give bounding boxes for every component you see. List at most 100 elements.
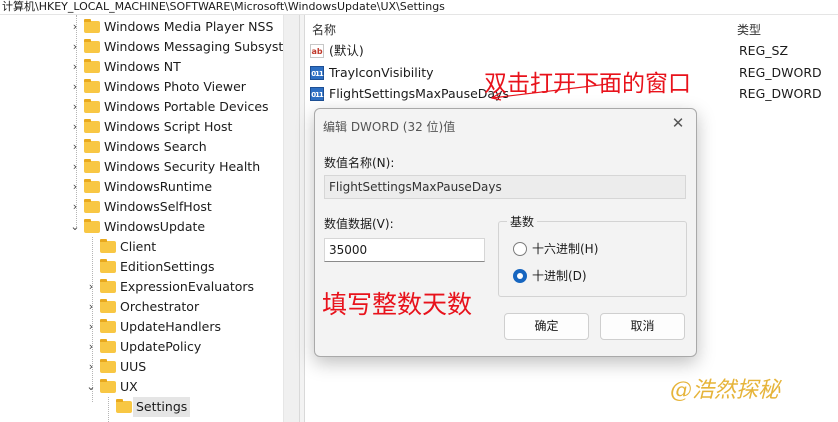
- tree-item-windows-script-host[interactable]: › Windows Script Host: [0, 117, 283, 137]
- value-name: TrayIconVisibility: [329, 65, 434, 80]
- tree-item-label: ExpressionEvaluators: [120, 279, 255, 294]
- folder-icon: [84, 219, 100, 233]
- value-type: REG_DWORD: [739, 86, 822, 101]
- folder-icon: [116, 399, 132, 413]
- value-row[interactable]: ab (默认) REG_SZ: [309, 41, 834, 61]
- folder-icon: [84, 199, 100, 213]
- tree-item-label: WindowsRuntime: [104, 179, 213, 194]
- tree-item-label: Windows NT: [104, 59, 181, 74]
- tree-item-windows-portable-devices[interactable]: › Windows Portable Devices: [0, 97, 283, 117]
- binary-value-icon: 011: [310, 66, 324, 80]
- chevron-right-icon[interactable]: ›: [86, 337, 96, 357]
- chevron-right-icon[interactable]: ›: [70, 57, 80, 77]
- chevron-right-icon[interactable]: ›: [86, 277, 96, 297]
- tree-item-windowsupdate[interactable]: ⌄ WindowsUpdate: [0, 217, 283, 237]
- chevron-right-icon[interactable]: ›: [70, 97, 80, 117]
- folder-icon: [100, 339, 116, 353]
- folder-icon: [84, 99, 100, 113]
- chevron-right-icon[interactable]: ›: [70, 77, 80, 97]
- value-data-label: 数值数据(V):: [324, 217, 394, 231]
- folder-icon: [100, 239, 116, 253]
- watermark: @浩然探秘: [670, 378, 781, 403]
- tree-item-windows-security-health[interactable]: › Windows Security Health: [0, 157, 283, 177]
- string-value-icon: ab: [310, 44, 324, 58]
- annotation-double-click: 双击打开下面的窗口: [484, 71, 691, 97]
- folder-icon: [84, 79, 100, 93]
- annotation-fill-days: 填写整数天数: [322, 290, 473, 319]
- tree-item-windows-search[interactable]: › Windows Search: [0, 137, 283, 157]
- chevron-right-icon[interactable]: ›: [70, 17, 80, 37]
- tree-item-orchestrator[interactable]: › Orchestrator: [0, 297, 283, 317]
- folder-icon: [84, 39, 100, 53]
- tree-item-expressionevaluators[interactable]: › ExpressionEvaluators: [0, 277, 283, 297]
- tree-item-label: EditionSettings: [120, 259, 215, 274]
- chevron-right-icon[interactable]: ›: [70, 137, 80, 157]
- tree-item-settings[interactable]: Settings: [0, 397, 283, 417]
- folder-icon: [84, 19, 100, 33]
- chevron-right-icon[interactable]: ›: [70, 197, 80, 217]
- tree-item-windows-messaging-subsystem[interactable]: › Windows Messaging Subsyste: [0, 37, 291, 57]
- tree-item-label: Settings: [133, 397, 191, 417]
- tree-item-label: Windows Media Player NSS: [104, 19, 274, 34]
- tree-item-uus[interactable]: › UUS: [0, 357, 283, 377]
- tree-item-label: UpdateHandlers: [120, 319, 222, 334]
- tree-item-windowsselfhost[interactable]: › WindowsSelfHost: [0, 197, 283, 217]
- chevron-down-icon[interactable]: ⌄: [86, 377, 96, 397]
- folder-icon: [100, 259, 116, 273]
- tree-item-label: UpdatePolicy: [120, 339, 202, 354]
- folder-icon: [84, 139, 100, 153]
- chevron-right-icon[interactable]: ›: [86, 297, 96, 317]
- cancel-button[interactable]: 取消: [600, 313, 685, 340]
- folder-icon: [84, 59, 100, 73]
- folder-icon: [100, 279, 116, 293]
- tree-item-windowsruntime[interactable]: › WindowsRuntime: [0, 177, 283, 197]
- tree-item-ux[interactable]: ⌄ UX: [0, 377, 283, 397]
- radio-button[interactable]: [513, 242, 527, 256]
- tree-item-label: Windows Photo Viewer: [104, 79, 246, 94]
- radio-label: 十进制(D): [532, 269, 587, 283]
- tree-item-label: Windows Script Host: [104, 119, 233, 134]
- chevron-down-icon[interactable]: ⌄: [70, 217, 80, 237]
- folder-icon: [100, 379, 116, 393]
- value-name-label: 数值名称(N):: [324, 156, 395, 170]
- chevron-right-icon[interactable]: ›: [70, 117, 80, 137]
- tree-item-updatepolicy[interactable]: › UpdatePolicy: [0, 337, 283, 357]
- tree-item-label: Client: [120, 239, 157, 254]
- tree-item-windows-photo-viewer[interactable]: › Windows Photo Viewer: [0, 77, 283, 97]
- base-legend: 基数: [507, 213, 538, 230]
- chevron-right-icon[interactable]: ›: [70, 157, 80, 177]
- value-name: (默认): [329, 43, 364, 58]
- tree-item-updatehandlers[interactable]: › UpdateHandlers: [0, 317, 283, 337]
- address-bar[interactable]: 计算机\HKEY_LOCAL_MACHINE\SOFTWARE\Microsof…: [0, 0, 838, 15]
- tree-item-label: Orchestrator: [120, 299, 200, 314]
- binary-value-icon: 011: [310, 87, 324, 101]
- tree-item-editionsettings[interactable]: EditionSettings: [0, 257, 283, 277]
- tree-item-label: Windows Portable Devices: [104, 99, 269, 114]
- chevron-right-icon[interactable]: ›: [70, 37, 80, 57]
- chevron-right-icon[interactable]: ›: [86, 357, 96, 377]
- chevron-right-icon[interactable]: ›: [70, 177, 80, 197]
- radio-label: 十六进制(H): [532, 242, 599, 256]
- column-header-type[interactable]: 类型: [737, 21, 761, 38]
- ok-button[interactable]: 确定: [504, 313, 589, 340]
- folder-icon: [100, 299, 116, 313]
- tree-item-label: UX: [120, 379, 138, 394]
- folder-icon: [84, 159, 100, 173]
- value-type: REG_DWORD: [739, 65, 822, 80]
- folder-icon: [100, 319, 116, 333]
- registry-tree: › Windows Media Player NSS › Windows Mes…: [0, 15, 299, 422]
- tree-scrollbar[interactable]: [283, 15, 299, 422]
- close-icon[interactable]: ✕: [670, 115, 686, 131]
- tree-item-client[interactable]: Client: [0, 237, 283, 257]
- tree-item-label: WindowsUpdate: [104, 219, 206, 234]
- tree-item-windows-media-player-nss[interactable]: › Windows Media Player NSS: [0, 17, 283, 37]
- folder-icon: [84, 179, 100, 193]
- base-groupbox: 基数 十六进制(H) 十进制(D): [498, 213, 687, 297]
- chevron-right-icon[interactable]: ›: [86, 317, 96, 337]
- radio-button[interactable]: [513, 269, 527, 283]
- value-data-input[interactable]: 35000: [324, 238, 485, 262]
- column-header-name[interactable]: 名称: [312, 21, 336, 38]
- tree-item-windows-nt[interactable]: › Windows NT: [0, 57, 283, 77]
- value-name-field[interactable]: FlightSettingsMaxPauseDays: [324, 175, 686, 199]
- tree-item-label: Windows Messaging Subsyste: [104, 39, 291, 54]
